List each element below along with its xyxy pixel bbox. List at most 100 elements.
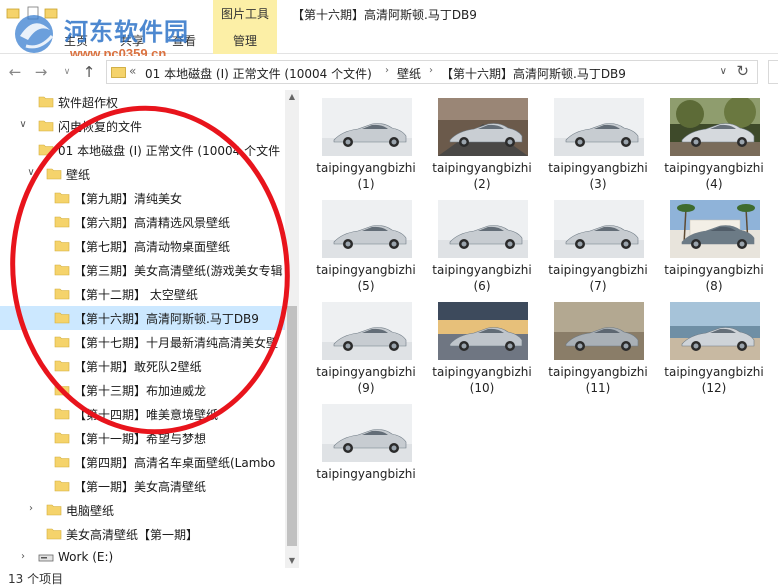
tab-manage[interactable]: 管理 — [213, 32, 277, 49]
file-item[interactable]: taipingyangbizhi (2) — [426, 94, 538, 194]
tree-item-label: 【第十期】敢死队2壁纸 — [74, 360, 202, 374]
scroll-down-icon[interactable]: ▼ — [285, 554, 299, 568]
folder-icon — [54, 216, 70, 228]
file-name: taipingyangbizhi (1) — [316, 161, 416, 191]
tree-item-label: 【第七期】高清动物桌面壁纸 — [74, 240, 231, 254]
picture-tools-group: 图片工具 管理 — [213, 0, 277, 54]
tree-item-label: 【第十一期】希望与梦想 — [74, 432, 207, 446]
tree-item-label: 电脑壁纸 — [66, 504, 115, 518]
folder-icon — [54, 408, 70, 420]
image-thumbnail — [670, 98, 760, 156]
tree-item-label: 【第三期】美女高清壁纸(游戏美女专辑 — [74, 264, 283, 278]
breadcrumb-separator-icon[interactable]: › — [429, 65, 433, 76]
folder-icon — [54, 312, 70, 324]
file-item[interactable]: taipingyangbizhi (6) — [426, 196, 538, 296]
tree-item-label: 【第六期】高清精选风景壁纸 — [74, 216, 231, 230]
tree-item[interactable]: › 电脑壁纸 — [0, 498, 286, 522]
tree-item-label: 01 本地磁盘 (I) 正常文件 (10004 个文件 — [58, 144, 281, 158]
navigation-pane-scrollbar[interactable]: ▲ ▼ — [285, 90, 299, 568]
tree-item[interactable]: 【第一期】美女高清壁纸 — [0, 474, 286, 498]
tree-item-label: 闪电恢复的文件 — [58, 120, 143, 134]
tree-item[interactable]: 【第六期】高清精选风景壁纸 — [0, 210, 286, 234]
file-item[interactable]: taipingyangbizhi (9) — [310, 298, 422, 398]
item-count: 13 个项目 — [8, 572, 64, 586]
breadcrumb-drive[interactable]: 01 本地磁盘 (I) 正常文件 (10004 个文件) — [145, 65, 372, 82]
breadcrumb-current[interactable]: 【第十六期】高清阿斯顿.马丁DB9 — [441, 65, 626, 82]
image-thumbnail — [554, 200, 644, 258]
folder-icon — [54, 288, 70, 300]
folder-icon — [38, 144, 54, 156]
tree-item[interactable]: 【第十期】敢死队2壁纸 — [0, 354, 286, 378]
address-bar[interactable]: « 01 本地磁盘 (I) 正常文件 (10004 个文件) › 壁纸 › 【第… — [106, 60, 758, 84]
folder-icon — [54, 264, 70, 276]
file-view: taipingyangbizhi (1) taipingyangbizhi (2… — [310, 94, 778, 568]
back-arrow-icon[interactable]: ← — [6, 62, 24, 82]
breadcrumb-wallpaper[interactable]: 壁纸 — [397, 65, 421, 82]
tree-item[interactable]: 【第十二期】 太空壁纸 — [0, 282, 286, 306]
file-item[interactable]: taipingyangbizhi (11) — [542, 298, 654, 398]
address-dropdown-icon[interactable]: ∨ — [720, 66, 727, 77]
tree-item[interactable]: 【第十六期】高清阿斯顿.马丁DB9 — [0, 306, 286, 330]
tree-item[interactable]: 【第三期】美女高清壁纸(游戏美女专辑 — [0, 258, 286, 282]
file-name: taipingyangbizhi (8) — [664, 263, 764, 293]
tree-item[interactable]: ∨ 闪电恢复的文件 — [0, 114, 286, 138]
tree-item[interactable]: 美女高清壁纸【第一期】 — [0, 522, 286, 546]
tree-item[interactable]: 【第十四期】唯美意境壁纸 — [0, 402, 286, 426]
file-name: taipingyangbizhi (10) — [432, 365, 532, 395]
tree-item-label: 美女高清壁纸【第一期】 — [66, 528, 199, 542]
tree-item[interactable]: 【第十七期】十月最新清纯高清美女壁 — [0, 330, 286, 354]
file-name: taipingyangbizhi (5) — [316, 263, 416, 293]
folder-icon — [54, 192, 70, 204]
tree-item[interactable]: 【第四期】高清名车桌面壁纸(Lambo — [0, 450, 286, 474]
refresh-icon[interactable]: ↻ — [736, 62, 749, 80]
search-input[interactable] — [768, 60, 778, 84]
collapse-chevron-icon[interactable]: ∨ — [26, 167, 36, 178]
folder-icon — [54, 456, 70, 468]
scrollbar-thumb[interactable] — [287, 306, 297, 546]
tree-item[interactable]: › Work (E:) — [0, 546, 286, 568]
tree-item[interactable]: 01 本地磁盘 (I) 正常文件 (10004 个文件 — [0, 138, 286, 162]
up-arrow-icon[interactable]: ↑ — [80, 62, 98, 82]
scroll-up-icon[interactable]: ▲ — [285, 90, 299, 104]
file-item[interactable]: taipingyangbizhi (3) — [542, 94, 654, 194]
tree-item[interactable]: 软件超作权 — [0, 90, 286, 114]
image-thumbnail — [438, 98, 528, 156]
collapse-chevron-icon[interactable]: ∨ — [18, 119, 28, 130]
tree-item-label: 软件超作权 — [58, 96, 119, 110]
file-item[interactable]: taipingyangbizhi (8) — [658, 196, 770, 296]
image-thumbnail — [438, 200, 528, 258]
expand-chevron-icon[interactable]: › — [18, 551, 28, 562]
file-name: taipingyangbizhi (9) — [316, 365, 416, 395]
tree-item[interactable]: 【第十三期】布加迪威龙 — [0, 378, 286, 402]
picture-tools-title: 图片工具 — [220, 7, 269, 21]
image-thumbnail — [670, 200, 760, 258]
drive-icon — [38, 554, 54, 562]
tree-item-label: 【第十四期】唯美意境壁纸 — [74, 408, 219, 422]
navigation-bar: ← → ∨ ↑ « 01 本地磁盘 (I) 正常文件 (10004 个文件) ›… — [0, 56, 778, 88]
file-item[interactable]: taipingyangbizhi (4) — [658, 94, 770, 194]
file-item[interactable]: taipingyangbizhi (10) — [426, 298, 538, 398]
watermark: 河东软件园 www.pc0359.cn — [8, 0, 208, 64]
navigation-pane: 软件超作权 ∨ 闪电恢复的文件 01 本地磁盘 (I) 正常文件 (10004 个文件… — [0, 90, 300, 568]
image-thumbnail — [438, 302, 528, 360]
address-overflow-chevron[interactable]: « — [129, 64, 136, 78]
file-item[interactable]: taipingyangbizhi (5) — [310, 196, 422, 296]
file-item[interactable]: taipingyangbizhi (1) — [310, 94, 422, 194]
breadcrumb-separator-icon[interactable]: › — [385, 65, 389, 76]
folder-icon — [46, 504, 62, 516]
tree-item-label: 【第一期】美女高清壁纸 — [74, 480, 207, 494]
file-item[interactable]: taipingyangbizhi (12) — [658, 298, 770, 398]
image-thumbnail — [322, 98, 412, 156]
expand-chevron-icon[interactable]: › — [26, 503, 36, 514]
file-item[interactable]: taipingyangbizhi (7) — [542, 196, 654, 296]
image-thumbnail — [670, 302, 760, 360]
file-name: taipingyangbizhi (12) — [664, 365, 764, 395]
file-item[interactable]: taipingyangbizhi — [310, 400, 422, 500]
forward-arrow-icon[interactable]: → — [32, 62, 50, 82]
recent-locations-chevron-icon[interactable]: ∨ — [58, 62, 76, 82]
tree-item[interactable]: 【第九期】清纯美女 — [0, 186, 286, 210]
tree-item[interactable]: 【第十一期】希望与梦想 — [0, 426, 286, 450]
tree-item-label: 【第十二期】 太空壁纸 — [74, 288, 198, 302]
tree-item[interactable]: 【第七期】高清动物桌面壁纸 — [0, 234, 286, 258]
tree-item[interactable]: ∨ 壁纸 — [0, 162, 286, 186]
